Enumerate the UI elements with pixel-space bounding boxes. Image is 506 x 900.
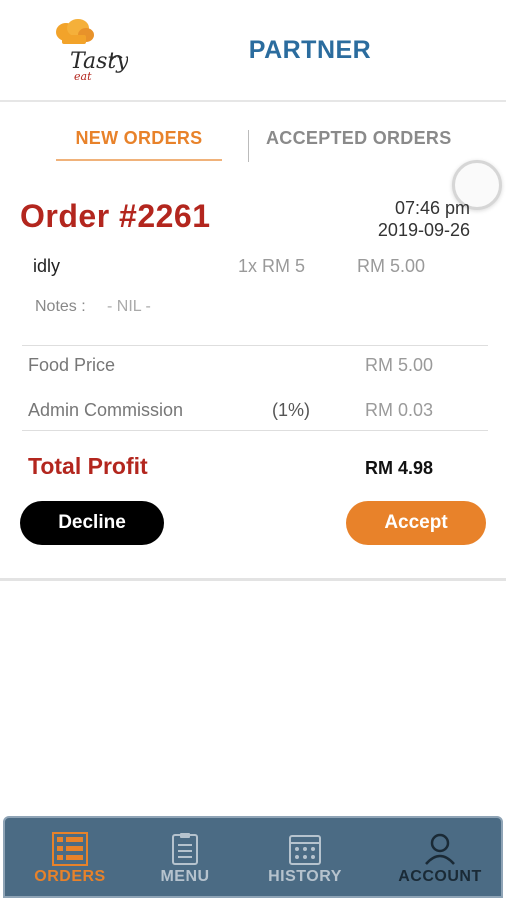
decline-button[interactable]: Decline [20, 501, 164, 545]
tasty-eat-logo: Tasty eat [48, 18, 129, 84]
card-divider [0, 578, 506, 581]
tab-new-orders[interactable]: NEW ORDERS [56, 128, 222, 161]
order-card: Order #2261 07:46 pm 2019-09-26 idly 1x … [0, 180, 506, 580]
admin-commission-label: Admin Commission [28, 400, 184, 420]
svg-text:eat: eat [74, 70, 92, 83]
tab-divider [248, 130, 249, 162]
divider [22, 345, 488, 346]
order-item-price: RM 5.00 [357, 256, 426, 276]
account-user-icon [423, 832, 457, 871]
nav-orders-label: ORDERS [34, 868, 106, 885]
nav-menu-label: MENU [160, 868, 210, 885]
order-time: 07:46 pm [394, 198, 470, 218]
bottom-navigation: ORDERS MENU HISTORY ACCOUNT [3, 816, 503, 898]
nav-account[interactable]: ACCOUNT [385, 818, 495, 898]
page-title: PARTNER [248, 36, 372, 64]
admin-commission-percent: (1%) [272, 400, 311, 420]
nav-menu[interactable]: MENU [135, 818, 235, 898]
order-item-quantity: 1x RM 5 [238, 256, 306, 276]
nav-history-label: HISTORY [268, 868, 342, 885]
order-date: 2019-09-26 [377, 220, 470, 240]
tab-accepted-orders[interactable]: ACCEPTED ORDERS [266, 128, 452, 149]
history-calendar-icon [288, 832, 322, 871]
food-price-label: Food Price [28, 355, 116, 375]
divider [22, 430, 488, 431]
order-item-name: idly [33, 256, 61, 276]
order-tabs: NEW ORDERS ACCEPTED ORDERS [0, 100, 506, 170]
nav-account-label: ACCOUNT [398, 868, 482, 885]
menu-clipboard-icon [171, 832, 199, 871]
notes-value: - NIL - [107, 298, 151, 315]
order-number: Order #2261 [20, 198, 211, 234]
nav-history[interactable]: HISTORY [250, 818, 360, 898]
total-profit-value: RM 4.98 [365, 458, 434, 478]
nav-orders[interactable]: ORDERS [20, 818, 120, 898]
food-price-value: RM 5.00 [365, 355, 434, 375]
notes-label: Notes : [35, 298, 86, 315]
orders-list-icon [52, 832, 88, 871]
admin-commission-value: RM 0.03 [365, 400, 434, 420]
accept-button[interactable]: Accept [346, 501, 486, 545]
total-profit-label: Total Profit [28, 453, 148, 479]
app-header: Tasty eat PARTNER [0, 0, 506, 102]
